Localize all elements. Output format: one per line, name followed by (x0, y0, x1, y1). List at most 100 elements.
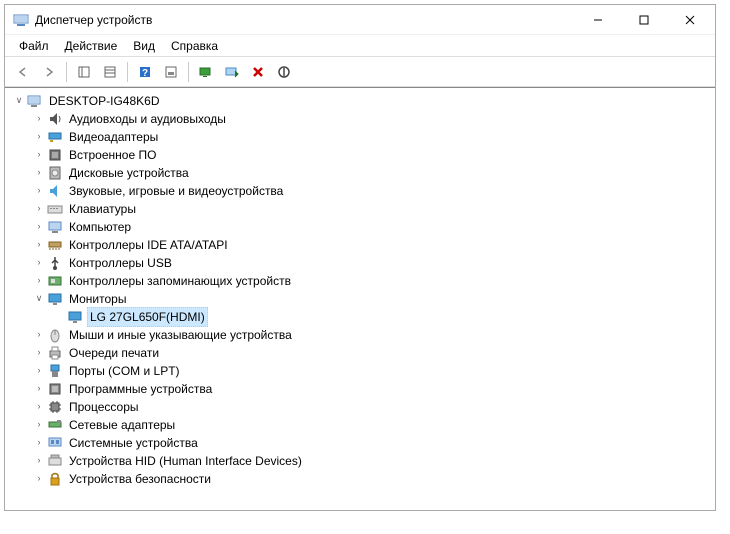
expand-icon[interactable]: › (31, 326, 47, 344)
svg-text:?: ? (142, 68, 148, 79)
tree-item-label: Мониторы (67, 290, 128, 308)
menu-view[interactable]: Вид (125, 37, 163, 55)
menu-file[interactable]: Файл (11, 37, 57, 55)
tree-item-storage-controllers[interactable]: › Контроллеры запоминающих устройств (7, 272, 713, 290)
tree-item-audio[interactable]: › Аудиовходы и аудиовыходы (7, 110, 713, 128)
collapse-icon[interactable]: ∨ (31, 290, 47, 308)
expand-icon[interactable]: › (31, 398, 47, 416)
close-button[interactable] (667, 5, 713, 34)
tree-item-label: Процессоры (67, 398, 141, 416)
tree-item-label: Контроллеры запоминающих устройств (67, 272, 293, 290)
expand-icon[interactable]: › (31, 200, 47, 218)
tree-item-label: Дисковые устройства (67, 164, 191, 182)
scan-hardware-button[interactable] (194, 60, 218, 84)
software-device-icon (47, 381, 63, 397)
expand-icon[interactable]: › (31, 272, 47, 290)
forward-button[interactable] (37, 60, 61, 84)
tree-item-mice[interactable]: › Мыши и иные указывающие устройства (7, 326, 713, 344)
computer-icon (27, 93, 43, 109)
expand-icon[interactable]: › (31, 236, 47, 254)
show-hide-tree-button[interactable] (72, 60, 96, 84)
firmware-icon (47, 147, 63, 163)
tree-item-label: Системные устройства (67, 434, 200, 452)
keyboard-icon (47, 201, 63, 217)
security-device-icon (47, 471, 63, 487)
toolbar-separator (127, 62, 128, 82)
tree-item-computer[interactable]: › Компьютер (7, 218, 713, 236)
tree-item-hid[interactable]: › Устройства HID (Human Interface Device… (7, 452, 713, 470)
expand-icon[interactable]: › (31, 110, 47, 128)
tree-item-security-devices[interactable]: › Устройства безопасности (7, 470, 713, 488)
tree-item-label: Устройства HID (Human Interface Devices) (67, 452, 304, 470)
properties-button[interactable] (98, 60, 122, 84)
tree-item-label: Встроенное ПО (67, 146, 158, 164)
expand-icon[interactable]: › (31, 218, 47, 236)
tree-item-label: Мыши и иные указывающие устройства (67, 326, 294, 344)
window-title: Диспетчер устройств (35, 13, 575, 27)
tree-item-software-devices[interactable]: › Программные устройства (7, 380, 713, 398)
tree-item-label: Очереди печати (67, 344, 161, 362)
expand-icon[interactable]: › (31, 164, 47, 182)
tree-item-ide[interactable]: › Контроллеры IDE ATA/ATAPI (7, 236, 713, 254)
monitor-icon (67, 309, 83, 325)
expand-icon[interactable]: › (31, 434, 47, 452)
tree-item-display-adapters[interactable]: › Видеоадаптеры (7, 128, 713, 146)
port-icon (47, 363, 63, 379)
tree-item-system-devices[interactable]: › Системные устройства (7, 434, 713, 452)
tree-root[interactable]: ∨ DESKTOP-IG48K6D (7, 92, 713, 110)
disable-device-button[interactable] (272, 60, 296, 84)
uninstall-device-button[interactable] (246, 60, 270, 84)
expand-icon[interactable]: › (31, 146, 47, 164)
expand-icon[interactable]: › (31, 452, 47, 470)
sound-icon (47, 183, 63, 199)
tree-item-label: Видеоадаптеры (67, 128, 160, 146)
collapse-icon[interactable]: ∨ (11, 92, 27, 110)
tree-item-firmware[interactable]: › Встроенное ПО (7, 146, 713, 164)
expand-icon[interactable]: › (31, 470, 47, 488)
help-button[interactable]: ? (133, 60, 157, 84)
expand-icon[interactable]: › (31, 128, 47, 146)
tree-item-label: Устройства безопасности (67, 470, 213, 488)
menu-action[interactable]: Действие (57, 37, 126, 55)
toolbar: ? (5, 57, 715, 87)
tree-item-label: Контроллеры IDE ATA/ATAPI (67, 236, 230, 254)
system-device-icon (47, 435, 63, 451)
tree-item-monitors[interactable]: ∨ Мониторы (7, 290, 713, 308)
tree-item-ports[interactable]: › Порты (COM и LPT) (7, 362, 713, 380)
action-button[interactable] (159, 60, 183, 84)
tree-item-label: Клавиатуры (67, 200, 138, 218)
toolbar-separator (66, 62, 67, 82)
minimize-button[interactable] (575, 5, 621, 34)
titlebar: Диспетчер устройств (5, 5, 715, 35)
tree-item-keyboards[interactable]: › Клавиатуры (7, 200, 713, 218)
tree-item-processors[interactable]: › Процессоры (7, 398, 713, 416)
tree-item-network-adapters[interactable]: › Сетевые адаптеры (7, 416, 713, 434)
update-driver-button[interactable] (220, 60, 244, 84)
mouse-icon (47, 327, 63, 343)
device-tree[interactable]: ∨ DESKTOP-IG48K6D › Аудиовходы и аудиовы… (5, 87, 715, 510)
storage-controller-icon (47, 273, 63, 289)
tree-item-label: Компьютер (67, 218, 133, 236)
expand-icon[interactable]: › (31, 182, 47, 200)
tree-item-sound[interactable]: › Звуковые, игровые и видеоустройства (7, 182, 713, 200)
expand-icon[interactable]: › (31, 362, 47, 380)
tree-item-usb[interactable]: › Контроллеры USB (7, 254, 713, 272)
tree-item-print-queues[interactable]: › Очереди печати (7, 344, 713, 362)
printer-icon (47, 345, 63, 361)
maximize-button[interactable] (621, 5, 667, 34)
expand-icon[interactable]: › (31, 344, 47, 362)
expand-icon[interactable]: › (31, 416, 47, 434)
menu-help[interactable]: Справка (163, 37, 226, 55)
expand-icon[interactable]: › (31, 380, 47, 398)
tree-item-label: Порты (COM и LPT) (67, 362, 182, 380)
expand-icon[interactable]: › (31, 254, 47, 272)
monitor-icon (47, 291, 63, 307)
tree-item-disk-drives[interactable]: › Дисковые устройства (7, 164, 713, 182)
cpu-icon (47, 399, 63, 415)
back-button[interactable] (11, 60, 35, 84)
tree-item-label: Аудиовходы и аудиовыходы (67, 110, 228, 128)
tree-item-monitor-lg[interactable]: › LG 27GL650F(HDMI) (7, 308, 713, 326)
disk-icon (47, 165, 63, 181)
usb-icon (47, 255, 63, 271)
hid-icon (47, 453, 63, 469)
